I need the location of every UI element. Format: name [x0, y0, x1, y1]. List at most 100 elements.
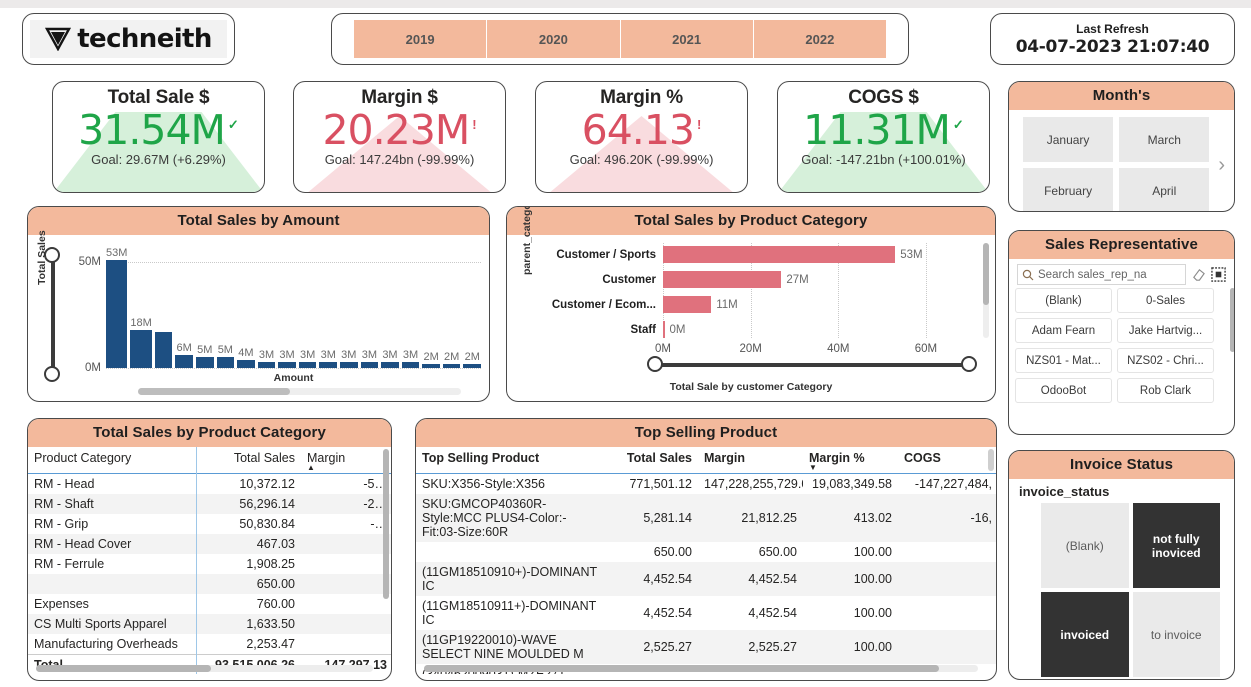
invoice-status-option-not-fully-inoviced[interactable]: not fully inoviced — [1133, 503, 1221, 588]
sales-rep-item[interactable]: Rob Clark — [1117, 378, 1214, 403]
bar-item[interactable]: 18M — [130, 247, 151, 368]
chart-total-sales-by-product-category[interactable]: Total Sales by Product Category parent_c… — [506, 206, 996, 402]
bar-item[interactable]: Customer / Sports53M — [537, 243, 961, 266]
bar-item[interactable]: 2M — [443, 247, 461, 368]
sales-rep-item[interactable]: Adam Fearn — [1015, 318, 1112, 343]
bar-item[interactable]: 2M — [422, 247, 440, 368]
column-header-margin-percent[interactable]: Margin % ▼ — [803, 447, 898, 474]
month-option-april[interactable]: April — [1119, 168, 1209, 212]
bar[interactable] — [217, 357, 235, 368]
month-option-february[interactable]: February — [1023, 168, 1113, 212]
kpi-card-margin-dollar[interactable]: Margin $ 20.23M ! Goal: 147.24bn (-99.99… — [293, 81, 506, 193]
eraser-icon[interactable] — [1191, 267, 1206, 282]
column-header-total-sales[interactable]: Total Sales — [196, 447, 301, 474]
year-option-2021[interactable]: 2021 — [621, 20, 754, 58]
table-row[interactable]: 650.00650.00100.00 — [416, 542, 996, 562]
bar[interactable] — [443, 364, 461, 368]
table-row[interactable]: (11GM18510911+)-DOMINANT IC4,452.544,452… — [416, 596, 996, 630]
bar-item[interactable]: 3M — [361, 247, 379, 368]
bar[interactable] — [422, 364, 440, 368]
sales-rep-item[interactable]: OdooBot — [1015, 378, 1112, 403]
bar[interactable] — [175, 355, 193, 368]
column-header-product-category[interactable]: Product Category — [28, 447, 196, 474]
bar[interactable] — [258, 362, 276, 368]
bar[interactable] — [196, 357, 214, 368]
bar[interactable] — [319, 362, 337, 368]
x-axis-range-slider[interactable] — [647, 356, 977, 374]
bar-item[interactable]: 3M — [258, 247, 276, 368]
bar-item[interactable]: 4M — [237, 247, 255, 368]
month-option-january[interactable]: January — [1023, 117, 1113, 162]
bar-item[interactable]: 3M — [402, 247, 420, 368]
sales-rep-item[interactable]: 0-Sales — [1117, 288, 1214, 313]
table-vertical-scrollbar[interactable] — [383, 449, 389, 599]
sales-representative-list[interactable]: (Blank) 0-Sales Adam Fearn Jake Hartvig.… — [1009, 288, 1234, 403]
bar-item[interactable]: 3M — [299, 247, 317, 368]
bar[interactable] — [155, 332, 173, 368]
bar[interactable] — [130, 330, 151, 368]
months-slicer[interactable]: Month's January February March April › — [1008, 81, 1235, 212]
bar-item[interactable]: Customer / Ecom...11M — [537, 293, 961, 316]
kpi-card-margin-percent[interactable]: Margin % 64.13 ! Goal: 496.20K (-99.99%) — [535, 81, 748, 193]
bar[interactable] — [299, 362, 317, 368]
bar-item[interactable]: 3M — [319, 247, 337, 368]
bar-item[interactable]: 2M — [463, 247, 481, 368]
table-row[interactable]: (11GM18510910+)-DOMINANT IC4,452.544,452… — [416, 562, 996, 596]
bar-item[interactable]: 3M — [340, 247, 358, 368]
bar[interactable] — [106, 260, 127, 368]
bar-item[interactable]: 5M — [217, 247, 235, 368]
table-row[interactable]: RM - Grip50,830.84-… — [28, 514, 391, 534]
bar[interactable] — [237, 360, 255, 368]
bar[interactable] — [402, 362, 420, 368]
table-row[interactable]: (11GP19220010)-WAVE SELECT NINE MOULDED … — [416, 630, 996, 664]
bar-item[interactable]: 6M — [175, 247, 193, 368]
month-option-march[interactable]: March — [1119, 117, 1209, 162]
bar-series[interactable]: Customer / Sports53MCustomer27MCustomer … — [537, 243, 961, 338]
kpi-card-cogs[interactable]: COGS $ 11.31M ✓ Goal: -147.21bn (+100.01… — [777, 81, 990, 193]
table-row[interactable]: 650.00 — [28, 574, 391, 594]
table-horizontal-scrollbar[interactable] — [424, 665, 978, 672]
bar[interactable] — [340, 362, 358, 368]
table-horizontal-scrollbar[interactable] — [36, 665, 373, 672]
bar[interactable] — [278, 362, 296, 368]
year-slicer[interactable]: 2019 2020 2021 2022 — [331, 13, 909, 65]
chevron-right-icon[interactable]: › — [1215, 154, 1228, 177]
chart-horizontal-scrollbar[interactable] — [138, 388, 461, 395]
bar[interactable] — [663, 296, 711, 313]
table-row[interactable]: SKU:X356-Style:X356771,501.12147,228,255… — [416, 474, 996, 495]
invoice-status-option-blank[interactable]: (Blank) — [1041, 503, 1129, 588]
invoice-status-option-invoiced[interactable]: invoiced — [1041, 592, 1129, 677]
column-header-total-sales[interactable]: Total Sales — [606, 447, 698, 474]
bar[interactable] — [361, 362, 379, 368]
year-option-2020[interactable]: 2020 — [487, 20, 620, 58]
column-header-cogs[interactable]: COGS — [898, 447, 996, 474]
table-row[interactable]: RM - Head Cover467.03 — [28, 534, 391, 554]
bar-item[interactable]: 53M — [106, 247, 127, 368]
chart-total-sales-by-amount[interactable]: Total Sales by Amount Total Sales 50M 0M… — [27, 206, 490, 402]
bar-item[interactable]: Customer27M — [537, 268, 961, 291]
sales-rep-item[interactable]: (Blank) — [1015, 288, 1112, 313]
sales-rep-item[interactable]: NZS02 - Chri... — [1117, 348, 1214, 373]
bar-item[interactable]: 5M — [196, 247, 214, 368]
table-row[interactable]: Manufacturing Overheads2,253.47 — [28, 634, 391, 655]
bar-series[interactable]: 53M18M6M5M5M4M3M3M3M3M3M3M3M3M2M2M2M — [106, 247, 481, 368]
bar[interactable] — [663, 246, 895, 263]
table-total-sales-by-product-category[interactable]: Total Sales by Product Category Product … — [27, 418, 392, 681]
column-header-top-selling-product[interactable]: Top Selling Product — [416, 447, 606, 474]
bar-item[interactable]: 3M — [278, 247, 296, 368]
table-row[interactable]: RM - Shaft56,296.14-2… — [28, 494, 391, 514]
column-header-margin[interactable]: Margin — [698, 447, 803, 474]
kpi-card-total-sale[interactable]: Total Sale $ 31.54M ✓ Goal: 29.67M (+6.2… — [52, 81, 265, 193]
table-row[interactable]: RM - Head10,372.12-5… — [28, 474, 391, 495]
bar-item[interactable]: Staff0M — [537, 318, 961, 341]
bar-item[interactable] — [155, 247, 173, 368]
year-option-2022[interactable]: 2022 — [754, 20, 886, 58]
search-input[interactable]: Search sales_rep_na — [1017, 264, 1186, 285]
table-row[interactable]: SKU:GMCOP40360R-Style:MCC PLUS4-Color:-F… — [416, 494, 996, 542]
sales-rep-item[interactable]: Jake Hartvig... — [1117, 318, 1214, 343]
bar[interactable] — [463, 364, 481, 368]
table-row[interactable]: CS Multi Sports Apparel1,633.50 — [28, 614, 391, 634]
table-row[interactable]: Expenses760.00 — [28, 594, 391, 614]
chart-vertical-scrollbar[interactable] — [983, 243, 989, 338]
invoice-status-option-to-invoice[interactable]: to invoice — [1133, 592, 1221, 677]
